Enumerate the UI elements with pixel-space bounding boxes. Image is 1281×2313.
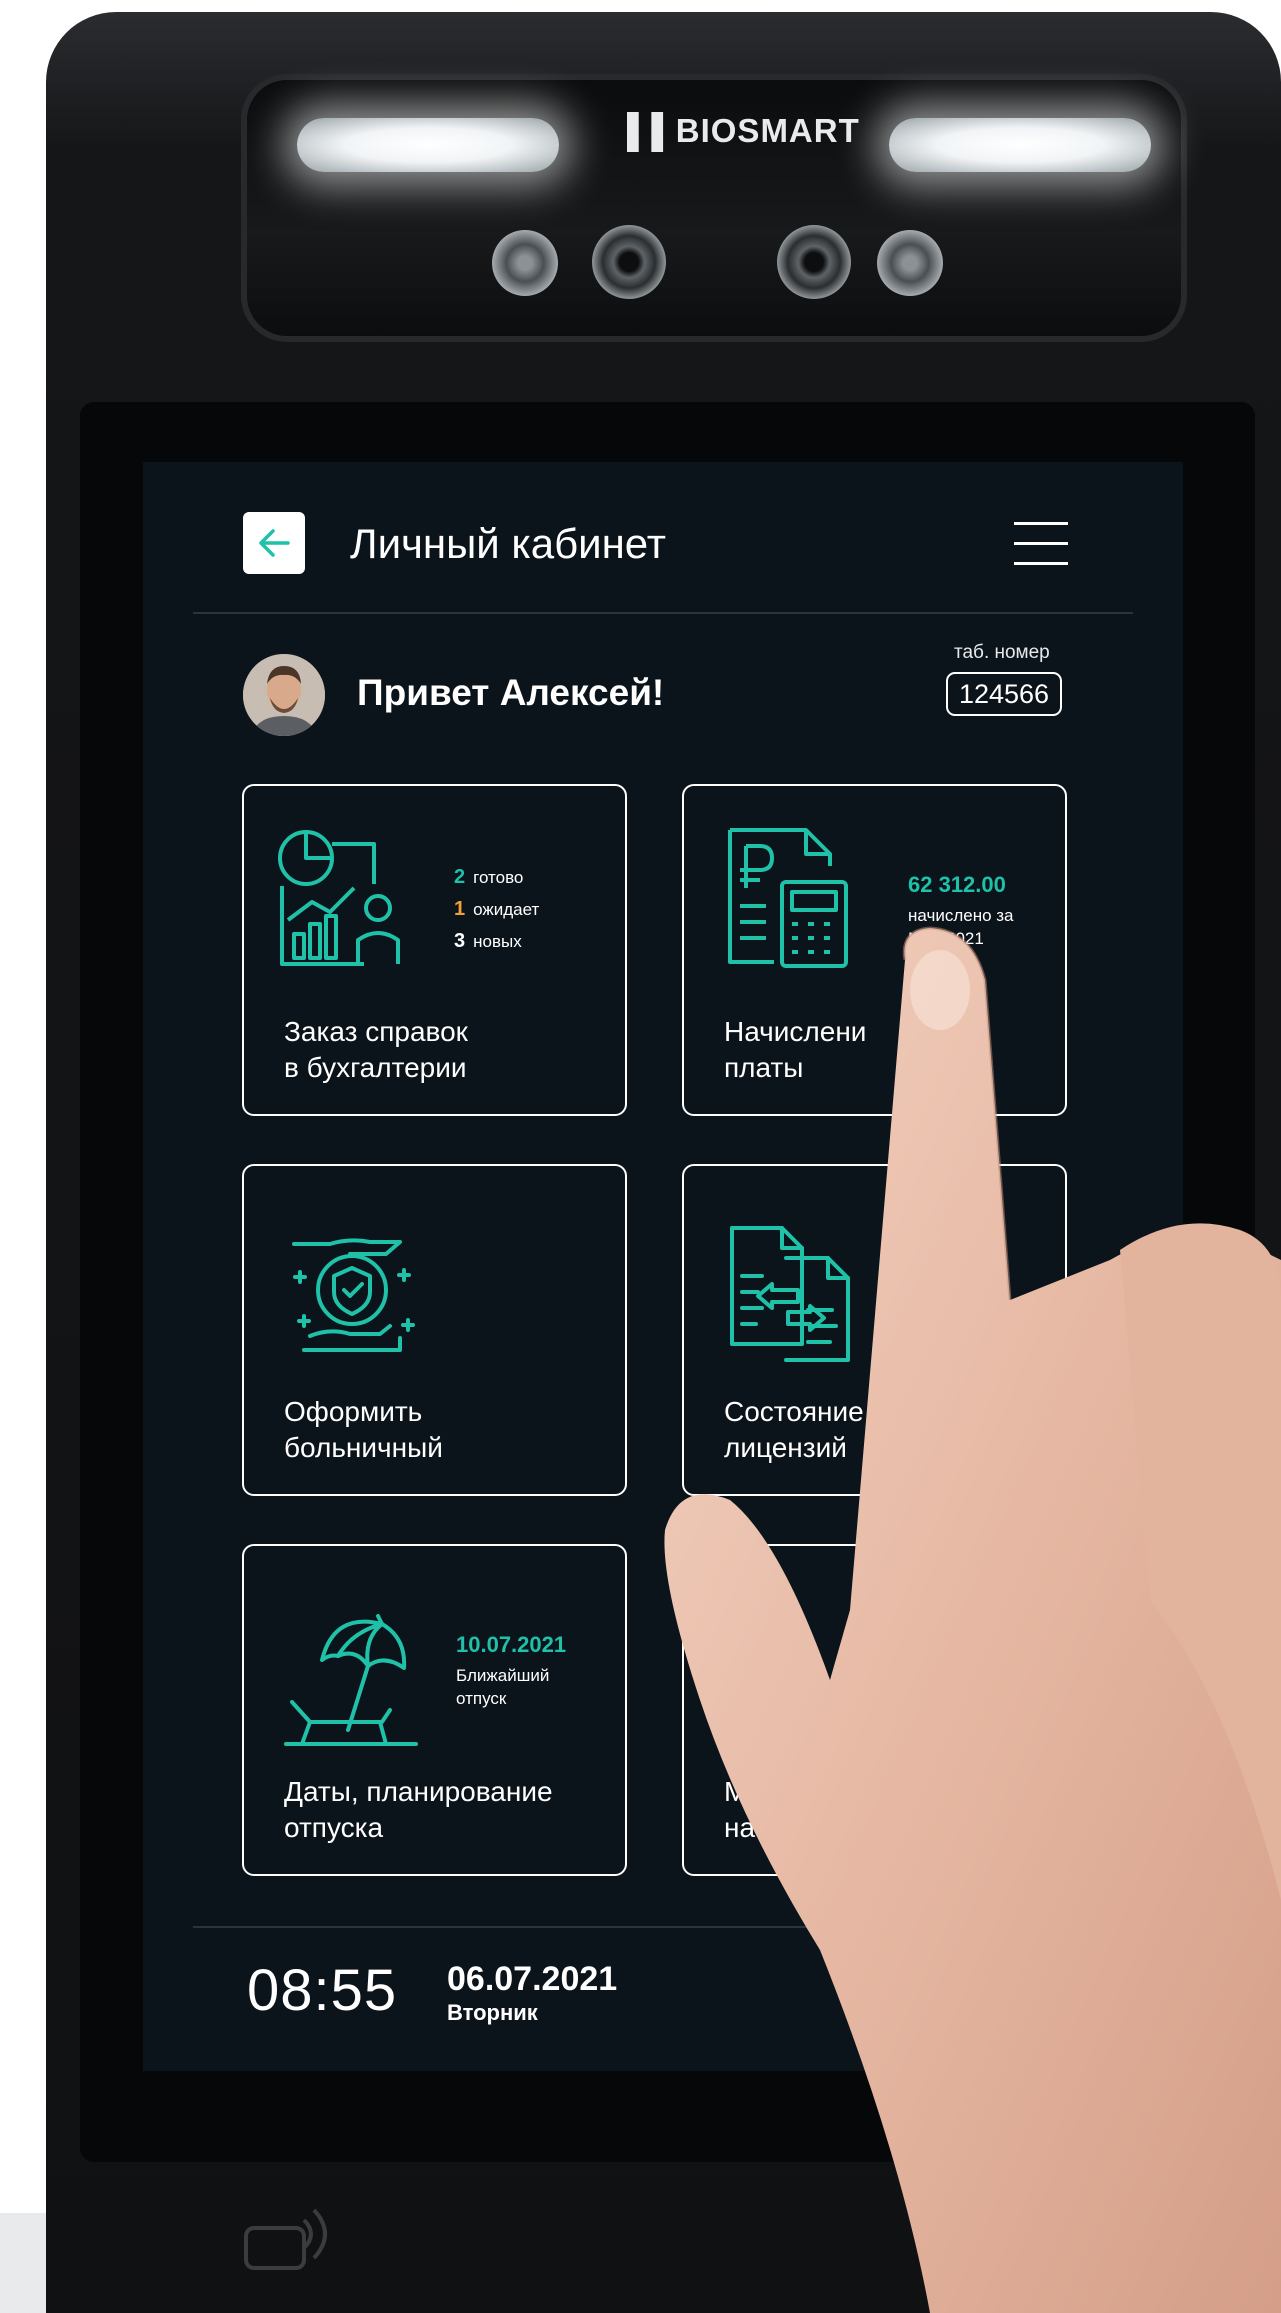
salary-note: начислено за Май 2021 xyxy=(908,906,1014,948)
greeting-text: Привет Алексей! xyxy=(357,672,665,713)
documents-exchange-icon xyxy=(730,1226,850,1362)
user-photo-icon xyxy=(243,654,325,736)
tab-number-badge: 124566 xyxy=(946,672,1062,716)
card-label: Начислени платы xyxy=(724,1016,867,1083)
header: Личный кабинет xyxy=(143,462,1183,614)
camera-bar: ▌▌BIOSMART xyxy=(241,74,1187,342)
app-screen: Личный кабинет Привет Алексей! таб. номе… xyxy=(143,462,1183,2071)
clock-time: 08:55 xyxy=(247,1958,398,2023)
ir-light-left xyxy=(297,118,559,172)
brand-logo: ▌▌BIOSMART xyxy=(627,112,860,149)
camera-lens-icon xyxy=(877,230,943,296)
card-salary[interactable]: 62 312.00 начислено за Май 2021 Начислен… xyxy=(682,784,1067,1116)
camera-lens-icon xyxy=(592,225,666,299)
vacation-note: Ближайший отпуск xyxy=(456,1666,550,1708)
back-button[interactable] xyxy=(243,512,305,574)
card-label: Заказ справок в бухгалтерии xyxy=(284,1016,468,1083)
card-label: М на xyxy=(724,1776,756,1843)
shield-hands-icon xyxy=(292,1238,415,1352)
card-vacation[interactable]: 10.07.2021 Ближайший отпуск Даты, планир… xyxy=(242,1544,627,1876)
ir-light-right xyxy=(889,118,1151,172)
footer-weekday: Вторник xyxy=(447,2000,538,2025)
beach-umbrella-icon xyxy=(284,1614,418,1746)
footer-date: 06.07.2021 xyxy=(447,1960,618,1998)
footer-divider xyxy=(193,1926,1133,1928)
tab-number-label: таб. номер xyxy=(954,642,1050,663)
card-label: Даты, планирование отпуска xyxy=(284,1776,553,1843)
stat-waiting: 1 ожидает xyxy=(454,898,540,920)
camera-lens-icon xyxy=(492,230,558,296)
card-accounting-references[interactable]: 2 готово 1 ожидает 3 новых Заказ справок в … xyxy=(242,784,627,1116)
salary-amount: 62 312.00 xyxy=(908,872,1006,897)
page-title: Личный кабинет xyxy=(350,520,666,567)
card-licenses[interactable]: Состояние сп лицензий xyxy=(682,1164,1067,1496)
avatar xyxy=(243,654,325,736)
hamburger-menu-button[interactable] xyxy=(1014,522,1068,566)
vacation-date: 10.07.2021 xyxy=(456,1632,567,1657)
card-label: Состояние сп лицензий xyxy=(724,1396,901,1463)
stat-new: 3 новых xyxy=(454,930,522,952)
header-divider xyxy=(193,612,1133,614)
stat-ready: 2 готово xyxy=(454,866,524,888)
card-label: Оформить больничный xyxy=(284,1396,443,1463)
arrow-left-icon xyxy=(259,529,290,557)
nfc-reader-icon xyxy=(244,2208,327,2270)
card-hidden[interactable]: М на xyxy=(682,1544,1067,1876)
card-sick-leave[interactable]: Оформить больничный xyxy=(242,1164,627,1496)
report-chart-icon xyxy=(278,830,400,966)
camera-lens-icon xyxy=(777,225,851,299)
ruble-calculator-icon xyxy=(728,828,848,968)
